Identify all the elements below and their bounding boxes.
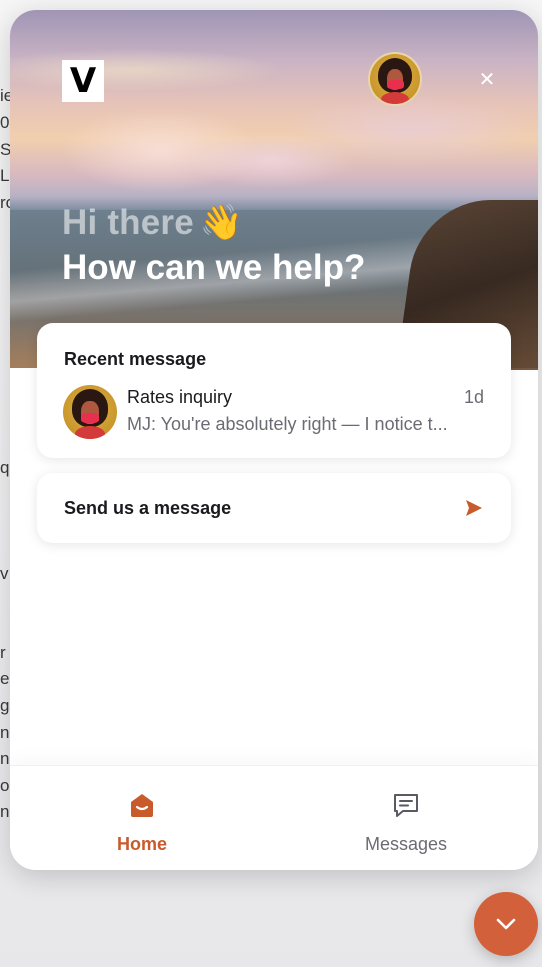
messenger-widget: V ✕ Hi there 👋 How can we help? Recent me… <box>10 10 538 870</box>
bottom-navigation: Home Messages <box>10 765 538 870</box>
brand-logo: V <box>62 60 104 102</box>
recent-conversation-item[interactable]: Rates inquiry 1d MJ: You're absolutely r… <box>37 381 511 443</box>
close-icon[interactable]: ✕ <box>470 62 504 96</box>
hero-header: V ✕ Hi there 👋 How can we help? <box>10 10 538 370</box>
team-avatar <box>368 52 422 106</box>
nav-home-label: Home <box>116 834 167 854</box>
conversation-time: 1d <box>463 387 484 407</box>
send-arrow-icon <box>466 500 482 516</box>
conversation-subject: Rates inquiry <box>127 387 233 407</box>
recent-message-title: Recent message <box>64 349 207 369</box>
send-message-label: Send us a message <box>64 498 232 518</box>
home-icon <box>131 794 153 817</box>
greeting: Hi there 👋 <box>62 202 244 243</box>
launcher-button[interactable] <box>474 892 538 956</box>
wave-emoji-icon: 👋 <box>199 203 244 242</box>
nav-tab-messages[interactable]: Messages <box>274 766 538 870</box>
chevron-down-icon <box>496 918 516 930</box>
conversation-preview: MJ: You're absolutely right — I notice t… <box>127 414 448 434</box>
messages-icon <box>394 794 418 817</box>
nav-tab-home[interactable]: Home <box>10 766 274 870</box>
nav-messages-label: Messages <box>364 834 448 854</box>
recent-message-card: Recent message Rates inquiry 1d MJ: You'… <box>37 323 511 458</box>
headline: How can we help? <box>62 248 366 287</box>
greeting-text: Hi there <box>62 203 194 242</box>
send-message-button[interactable]: Send us a message <box>37 473 511 543</box>
agent-avatar <box>63 385 117 439</box>
